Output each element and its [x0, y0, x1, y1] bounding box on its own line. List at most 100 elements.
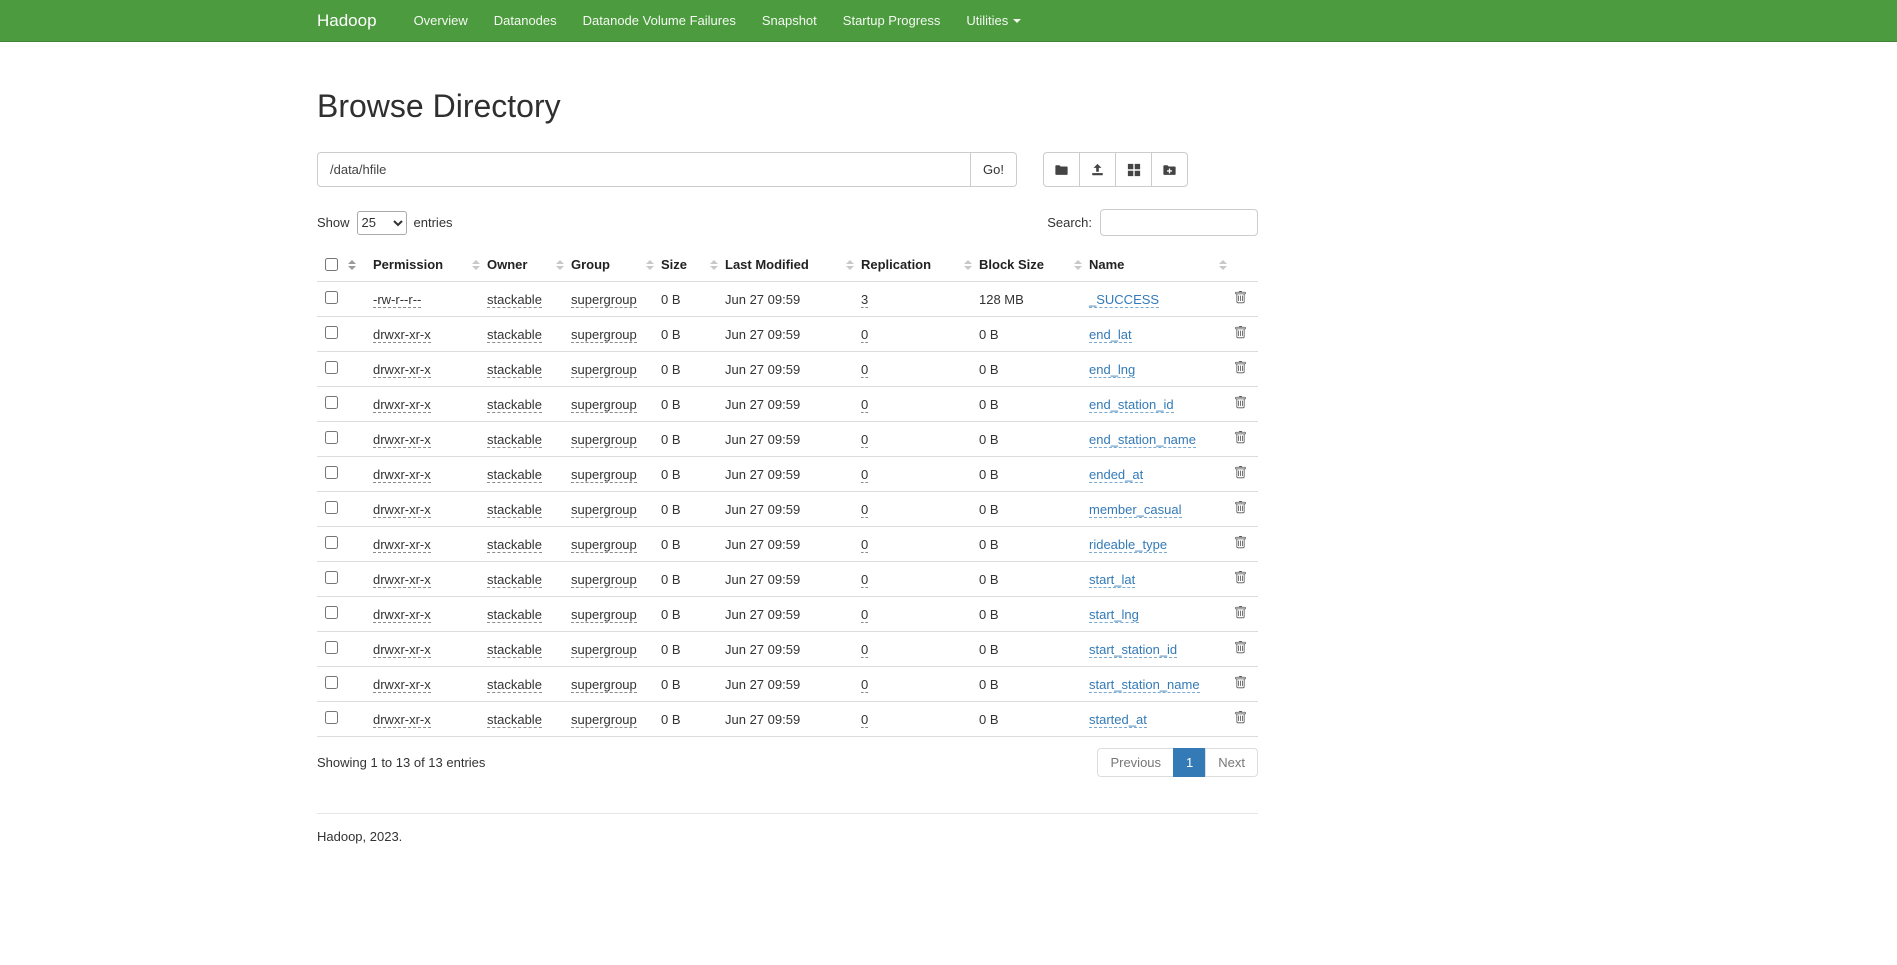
delete-icon[interactable]: [1234, 711, 1247, 724]
cell-size: 0 B: [661, 422, 725, 457]
delete-icon[interactable]: [1234, 536, 1247, 549]
column-header-replication[interactable]: Replication: [861, 248, 979, 282]
pagination-page-1[interactable]: 1: [1174, 748, 1206, 777]
nav-item-startup-progress[interactable]: Startup Progress: [830, 0, 954, 41]
row-checkbox[interactable]: [325, 326, 338, 339]
column-header-permission[interactable]: Permission: [373, 248, 487, 282]
row-checkbox[interactable]: [325, 571, 338, 584]
delete-icon[interactable]: [1234, 606, 1247, 619]
file-link[interactable]: start_station_id: [1089, 642, 1177, 658]
table-row: drwxr-xr-x stackable supergroup 0 B Jun …: [317, 352, 1258, 387]
cell-size: 0 B: [661, 317, 725, 352]
file-link[interactable]: _SUCCESS: [1089, 292, 1159, 308]
row-checkbox[interactable]: [325, 536, 338, 549]
cell-group: supergroup: [571, 632, 661, 667]
file-link[interactable]: end_station_name: [1089, 432, 1196, 448]
sort-icon[interactable]: [646, 260, 654, 270]
grid-view-button[interactable]: [1115, 152, 1152, 187]
delete-icon[interactable]: [1234, 571, 1247, 584]
row-checkbox[interactable]: [325, 291, 338, 304]
column-header-owner[interactable]: Owner: [487, 248, 571, 282]
delete-icon[interactable]: [1234, 676, 1247, 689]
row-checkbox[interactable]: [325, 396, 338, 409]
delete-icon[interactable]: [1234, 431, 1247, 444]
column-header-size[interactable]: Size: [661, 248, 725, 282]
cell-permission: drwxr-xr-x: [373, 632, 487, 667]
delete-icon[interactable]: [1234, 501, 1247, 514]
cell-owner: stackable: [487, 422, 571, 457]
directory-path-input[interactable]: [317, 152, 971, 187]
file-link[interactable]: member_casual: [1089, 502, 1182, 518]
sort-icon[interactable]: [348, 260, 356, 270]
file-link[interactable]: end_lng: [1089, 362, 1135, 378]
cell-size: 0 B: [661, 632, 725, 667]
sort-icon[interactable]: [1219, 260, 1227, 270]
column-header-name[interactable]: Name: [1089, 248, 1234, 282]
sort-icon[interactable]: [1074, 260, 1082, 270]
chevron-down-icon: [1013, 19, 1021, 23]
row-checkbox[interactable]: [325, 501, 338, 514]
file-link[interactable]: ended_at: [1089, 467, 1143, 483]
cell-last-modified: Jun 27 09:59: [725, 422, 861, 457]
navbar-brand[interactable]: Hadoop: [317, 0, 387, 41]
cell-replication: 0: [861, 667, 979, 702]
file-link[interactable]: start_lng: [1089, 607, 1139, 623]
file-toolbar: [1043, 152, 1188, 187]
cell-size: 0 B: [661, 667, 725, 702]
row-checkbox[interactable]: [325, 606, 338, 619]
column-header-last-modified[interactable]: Last Modified: [725, 248, 861, 282]
pagination-previous[interactable]: Previous: [1097, 748, 1174, 777]
nav-item-utilities[interactable]: Utilities: [953, 0, 1034, 41]
cell-block-size: 0 B: [979, 597, 1089, 632]
row-checkbox[interactable]: [325, 361, 338, 374]
cell-name: rideable_type: [1089, 527, 1234, 562]
cell-last-modified: Jun 27 09:59: [725, 632, 861, 667]
upload-file-button[interactable]: [1079, 152, 1116, 187]
row-checkbox[interactable]: [325, 466, 338, 479]
row-checkbox[interactable]: [325, 676, 338, 689]
sort-icon[interactable]: [472, 260, 480, 270]
row-checkbox[interactable]: [325, 431, 338, 444]
file-link[interactable]: end_lat: [1089, 327, 1132, 343]
sort-icon[interactable]: [710, 260, 718, 270]
row-checkbox[interactable]: [325, 641, 338, 654]
open-folder-button[interactable]: [1043, 152, 1080, 187]
cell-last-modified: Jun 27 09:59: [725, 457, 861, 492]
sort-icon[interactable]: [964, 260, 972, 270]
cell-group: supergroup: [571, 597, 661, 632]
cell-name: started_at: [1089, 702, 1234, 737]
pagination-next[interactable]: Next: [1206, 748, 1258, 777]
nav-item-datanode-volume-failures[interactable]: Datanode Volume Failures: [570, 0, 749, 41]
row-checkbox[interactable]: [325, 711, 338, 724]
go-button[interactable]: Go!: [971, 152, 1017, 187]
file-link[interactable]: start_station_name: [1089, 677, 1200, 693]
file-link[interactable]: end_station_id: [1089, 397, 1174, 413]
cell-block-size: 0 B: [979, 492, 1089, 527]
nav-item-datanodes[interactable]: Datanodes: [481, 0, 570, 41]
search-input[interactable]: [1100, 209, 1258, 236]
delete-icon[interactable]: [1234, 361, 1247, 374]
cell-owner: stackable: [487, 352, 571, 387]
file-link[interactable]: rideable_type: [1089, 537, 1167, 553]
cell-owner: stackable: [487, 317, 571, 352]
create-directory-button[interactable]: [1151, 152, 1188, 187]
delete-icon[interactable]: [1234, 291, 1247, 304]
nav-item-overview[interactable]: Overview: [401, 0, 481, 41]
delete-icon[interactable]: [1234, 396, 1247, 409]
page-size-select[interactable]: 25: [357, 211, 407, 235]
delete-icon[interactable]: [1234, 641, 1247, 654]
column-header-group[interactable]: Group: [571, 248, 661, 282]
column-header-block-size[interactable]: Block Size: [979, 248, 1089, 282]
nav-item-snapshot[interactable]: Snapshot: [749, 0, 830, 41]
navbar-menu: Overview Datanodes Datanode Volume Failu…: [401, 0, 1035, 41]
cell-permission: drwxr-xr-x: [373, 317, 487, 352]
sort-icon[interactable]: [556, 260, 564, 270]
file-link[interactable]: started_at: [1089, 712, 1147, 728]
sort-icon[interactable]: [846, 260, 854, 270]
delete-icon[interactable]: [1234, 466, 1247, 479]
nav-item-utilities-label: Utilities: [966, 13, 1008, 28]
cell-name: ended_at: [1089, 457, 1234, 492]
select-all-checkbox[interactable]: [325, 258, 338, 271]
file-link[interactable]: start_lat: [1089, 572, 1135, 588]
delete-icon[interactable]: [1234, 326, 1247, 339]
